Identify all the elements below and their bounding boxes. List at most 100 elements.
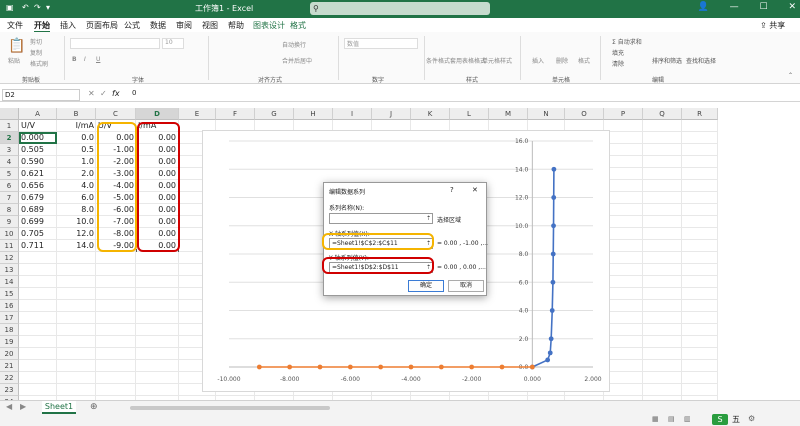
page-break-icon[interactable]: ▥: [684, 415, 691, 423]
ok-button[interactable]: 确定: [408, 280, 444, 292]
tab-format[interactable]: 格式: [290, 20, 306, 31]
row-header-23[interactable]: 23: [0, 384, 19, 396]
row-header-1[interactable]: 1: [0, 120, 19, 132]
table-cell[interactable]: 8.0: [57, 204, 96, 216]
cancel-button[interactable]: 取消: [448, 280, 484, 292]
row-header-4[interactable]: 4: [0, 156, 19, 168]
format-painter-button[interactable]: 格式刷: [30, 59, 48, 68]
column-header-g[interactable]: G: [255, 108, 294, 120]
undo-icon[interactable]: ↶: [22, 3, 29, 12]
maximize-button[interactable]: ☐: [760, 2, 768, 12]
user-icon[interactable]: 👤: [698, 2, 709, 12]
ime-icon[interactable]: S: [712, 414, 728, 425]
enter-icon[interactable]: ✓: [100, 89, 107, 98]
wrap-text-button[interactable]: 自动换行: [282, 40, 306, 49]
table-header-cell[interactable]: I/mA: [57, 120, 96, 132]
cell-styles-button[interactable]: 单元格样式: [482, 56, 512, 65]
table-cell[interactable]: 10.0: [57, 216, 96, 228]
page-layout-icon[interactable]: ▤: [668, 415, 675, 423]
row-header-10[interactable]: 10: [0, 228, 19, 240]
fill-button[interactable]: 填充: [612, 48, 624, 57]
row-header-12[interactable]: 12: [0, 252, 19, 264]
help-icon[interactable]: ?: [450, 186, 454, 194]
font-name-select[interactable]: [70, 38, 160, 49]
redo-icon[interactable]: ↷: [34, 3, 41, 12]
insert-cells-button[interactable]: 插入: [532, 56, 544, 65]
tab-review[interactable]: 审阅: [176, 20, 192, 31]
delete-cells-button[interactable]: 删除: [556, 56, 568, 65]
italic-button[interactable]: I: [84, 56, 86, 63]
row-header-15[interactable]: 15: [0, 288, 19, 300]
row-header-8[interactable]: 8: [0, 204, 19, 216]
row-header-19[interactable]: 19: [0, 336, 19, 348]
column-header-e[interactable]: E: [179, 108, 216, 120]
font-size-select[interactable]: 10: [162, 38, 184, 49]
row-header-2[interactable]: 2: [0, 132, 19, 144]
column-header-f[interactable]: F: [216, 108, 255, 120]
ime-toolbar-icon[interactable]: ⚙: [748, 414, 755, 423]
paste-label[interactable]: 粘贴: [8, 56, 20, 65]
table-cell[interactable]: 0.621: [19, 168, 57, 180]
column-header-c[interactable]: C: [96, 108, 136, 120]
table-cell[interactable]: 0.705: [19, 228, 57, 240]
prev-sheet-icon[interactable]: ◀: [6, 402, 12, 411]
sort-filter-button[interactable]: 排序和筛选: [652, 56, 682, 65]
tab-view[interactable]: 视图: [202, 20, 218, 31]
row-header-16[interactable]: 16: [0, 300, 19, 312]
dialog-close-icon[interactable]: ✕: [472, 186, 478, 194]
column-header-j[interactable]: J: [372, 108, 411, 120]
row-header-18[interactable]: 18: [0, 324, 19, 336]
tab-chart-design[interactable]: 图表设计: [253, 20, 285, 31]
bold-button[interactable]: B: [72, 56, 77, 63]
row-header-22[interactable]: 22: [0, 372, 19, 384]
select-all-corner[interactable]: [0, 108, 19, 120]
table-cell[interactable]: 12.0: [57, 228, 96, 240]
ime-mode[interactable]: 五: [732, 414, 740, 425]
merge-center-button[interactable]: 合并后居中: [282, 56, 312, 65]
row-header-5[interactable]: 5: [0, 168, 19, 180]
table-cell[interactable]: 0.656: [19, 180, 57, 192]
quick-access-icon[interactable]: ▾: [46, 3, 50, 12]
table-cell[interactable]: 14.0: [57, 240, 96, 252]
table-cell[interactable]: 0.590: [19, 156, 57, 168]
column-header-k[interactable]: K: [411, 108, 450, 120]
row-header-7[interactable]: 7: [0, 192, 19, 204]
row-header-13[interactable]: 13: [0, 264, 19, 276]
table-cell[interactable]: 0.5: [57, 144, 96, 156]
table-cell[interactable]: 0.699: [19, 216, 57, 228]
table-cell[interactable]: 0.689: [19, 204, 57, 216]
row-header-11[interactable]: 11: [0, 240, 19, 252]
column-header-o[interactable]: O: [565, 108, 604, 120]
next-sheet-icon[interactable]: ▶: [20, 402, 26, 411]
horizontal-scrollbar[interactable]: [110, 405, 750, 411]
column-header-d[interactable]: D: [136, 108, 179, 120]
autosave-icon[interactable]: ▣: [6, 3, 14, 12]
minimize-button[interactable]: —: [730, 2, 739, 12]
search-box[interactable]: ⚲: [310, 2, 490, 15]
autosum-button[interactable]: Σ 自动求和: [612, 37, 642, 46]
column-header-n[interactable]: N: [528, 108, 565, 120]
table-format-button[interactable]: 套用表格格式: [450, 56, 486, 65]
paste-icon[interactable]: 📋: [8, 38, 25, 54]
table-cell[interactable]: 0.505: [19, 144, 57, 156]
add-sheet-icon[interactable]: ⊕: [90, 402, 98, 412]
cancel-icon[interactable]: ✕: [88, 89, 95, 98]
column-header-b[interactable]: B: [57, 108, 96, 120]
tab-data[interactable]: 数据: [150, 20, 166, 31]
formula-input[interactable]: 0: [132, 89, 136, 97]
column-header-a[interactable]: A: [19, 108, 57, 120]
format-cells-button[interactable]: 格式: [578, 56, 590, 65]
row-header-3[interactable]: 3: [0, 144, 19, 156]
column-header-h[interactable]: H: [294, 108, 333, 120]
table-header-cell[interactable]: U/V: [19, 120, 57, 132]
tab-insert[interactable]: 插入: [60, 20, 76, 31]
table-cell[interactable]: 2.0: [57, 168, 96, 180]
tab-formulas[interactable]: 公式: [124, 20, 140, 31]
row-header-21[interactable]: 21: [0, 360, 19, 372]
column-header-r[interactable]: R: [682, 108, 718, 120]
tab-help[interactable]: 帮助: [228, 20, 244, 31]
table-cell[interactable]: 0.679: [19, 192, 57, 204]
column-header-m[interactable]: M: [489, 108, 528, 120]
find-select-button[interactable]: 查找和选择: [686, 56, 716, 65]
scrollbar-thumb[interactable]: [130, 406, 330, 410]
